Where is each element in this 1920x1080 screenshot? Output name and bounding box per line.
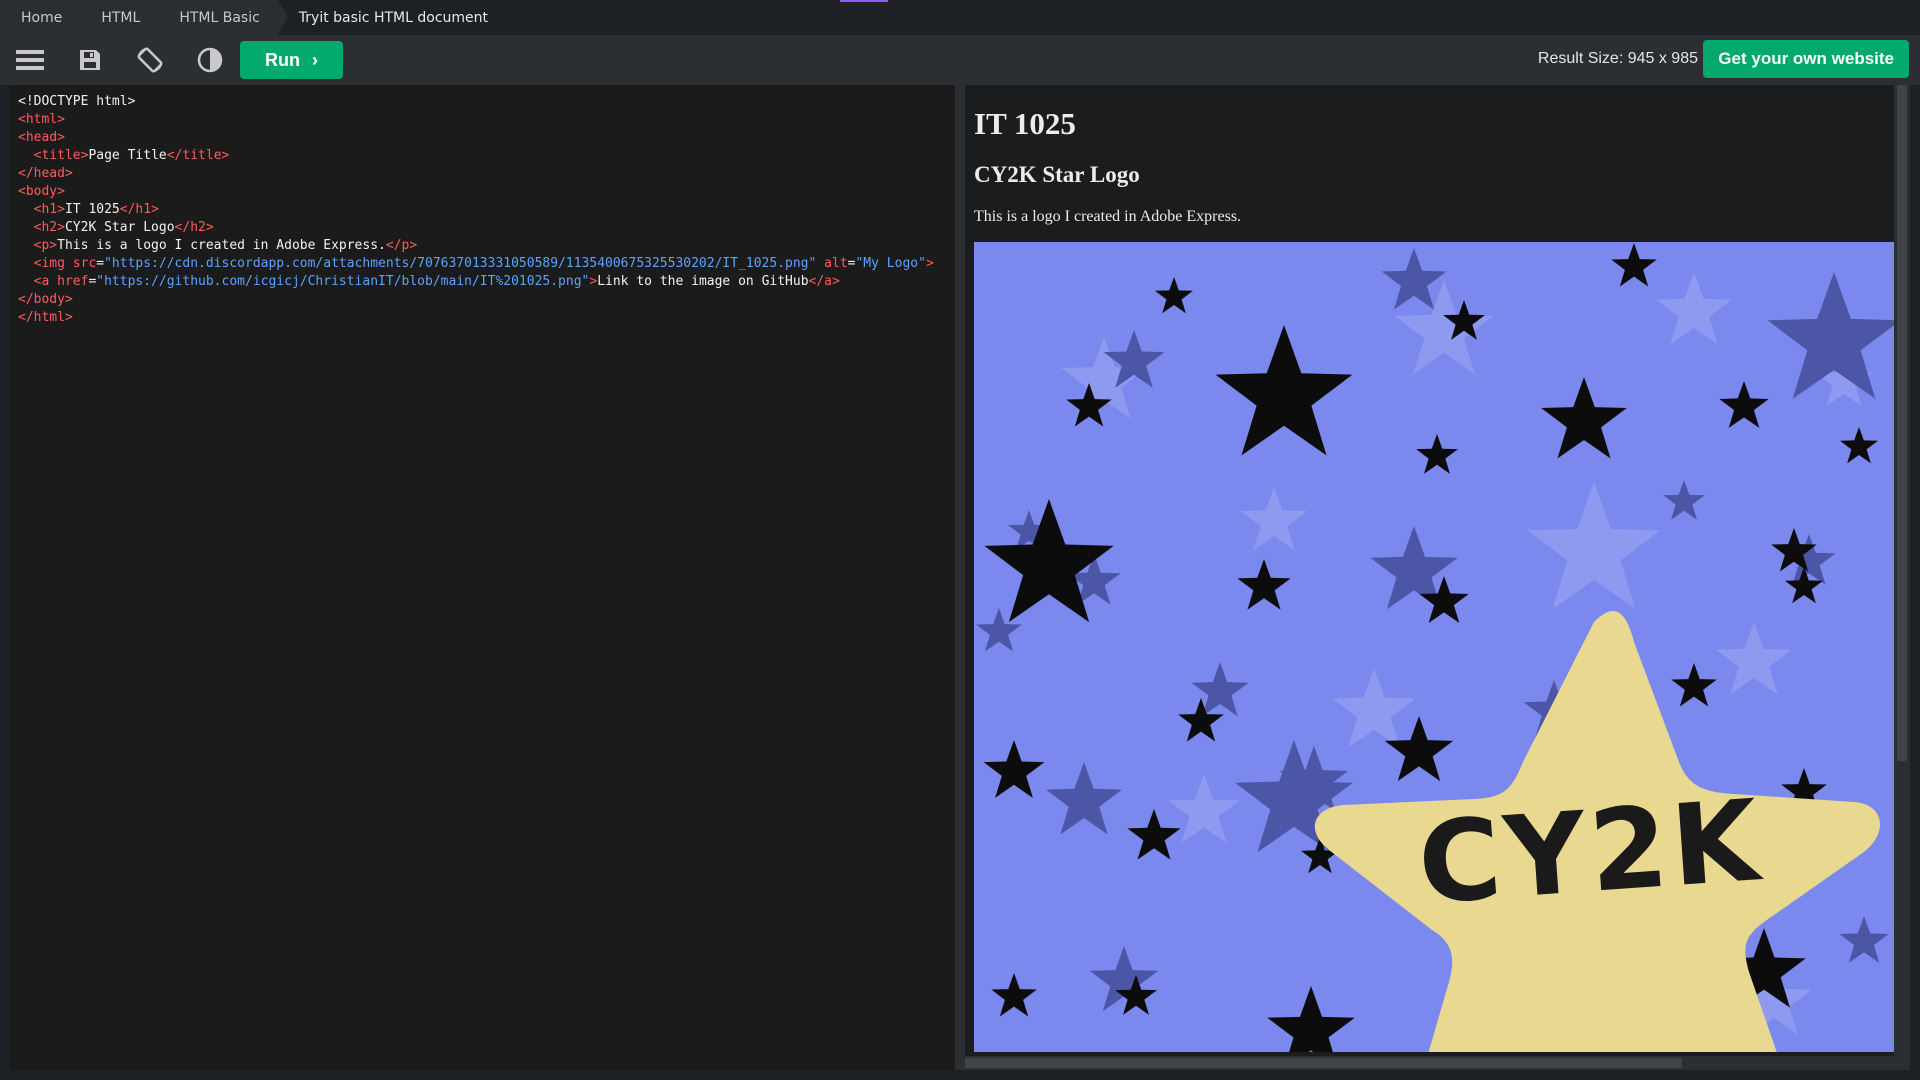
get-website-button[interactable]: Get your own website [1703, 40, 1909, 78]
breadcrumb-html-basic-label: HTML Basic [179, 9, 260, 26]
save-icon [80, 50, 100, 70]
breadcrumb-home-label: Home [21, 9, 63, 26]
logo-image: CY2K [974, 241, 1895, 1052]
breadcrumb-home[interactable]: Home [0, 0, 91, 35]
run-label: Run [265, 49, 300, 70]
breadcrumb: Home HTML HTML Basic Tryit basic HTML do… [0, 0, 1920, 35]
breadcrumb-html-basic[interactable]: HTML Basic [158, 0, 289, 35]
menu-button[interactable] [0, 35, 60, 85]
vertical-scroll-thumb[interactable] [1897, 85, 1907, 761]
chevron-right-icon: › [312, 49, 318, 70]
logo-text: CY2K [1414, 776, 1766, 930]
breadcrumb-current: Tryit basic HTML document [278, 0, 506, 35]
panel-divider[interactable] [955, 85, 965, 1070]
star-pattern: CY2K [976, 242, 1895, 1052]
code-content[interactable]: <!DOCTYPE html> <html> <head> <title>Pag… [10, 85, 955, 335]
toolbar: Run › Result Size: 945 x 985 Get your ow… [0, 35, 1920, 85]
menu-icon [16, 50, 44, 70]
result-heading-1: IT 1025 [974, 106, 1076, 141]
code-editor[interactable]: <!DOCTYPE html> <html> <head> <title>Pag… [10, 85, 955, 1070]
result-paragraph: This is a logo I created in Adobe Expres… [974, 207, 1242, 225]
result-panel: IT 1025 CY2K Star Logo This is a logo I … [965, 85, 1910, 1070]
result-vertical-scrollbar[interactable] [1894, 85, 1910, 1070]
result-horizontal-scrollbar[interactable] [965, 1056, 1894, 1070]
breadcrumb-html[interactable]: HTML [80, 0, 169, 35]
breadcrumb-current-label: Tryit basic HTML document [298, 9, 489, 26]
result-size: Result Size: 945 x 985 [1537, 50, 1698, 67]
rotate-button[interactable] [120, 35, 180, 85]
save-button[interactable] [60, 35, 120, 85]
progress-accent [840, 0, 888, 2]
contrast-icon [197, 47, 223, 73]
run-button[interactable]: Run › [240, 41, 343, 79]
horizontal-scroll-thumb[interactable] [965, 1058, 1682, 1068]
get-website-label: Get your own website [1718, 49, 1894, 68]
rotate-icon [137, 47, 163, 73]
theme-toggle-button[interactable] [180, 35, 240, 85]
breadcrumb-html-label: HTML [101, 9, 141, 26]
result-heading-2: CY2K Star Logo [974, 162, 1140, 188]
